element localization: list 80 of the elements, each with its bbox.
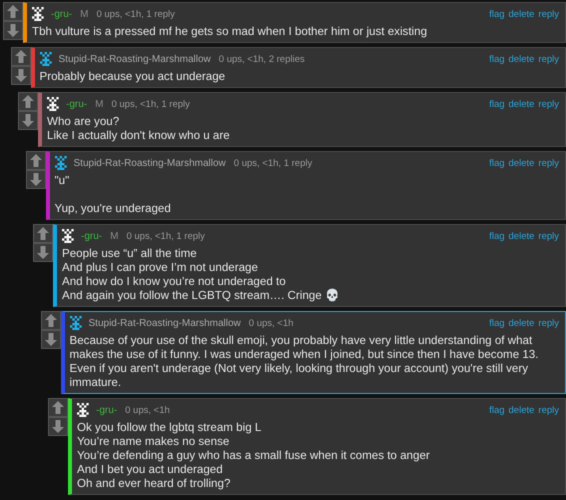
downvote-button[interactable] bbox=[40, 330, 60, 349]
comment-text: Ok you follow the lgbtq stream big L You’re name makes no sense You’re defending a guy who has a small fuse when it comes to anger And I bet you act underaged Oh and ever heard of trolling? bbox=[77, 420, 431, 491]
comment-action-link[interactable]: delete bbox=[508, 158, 534, 168]
comment-text: Who are you? Like I actually don't know who u are bbox=[47, 114, 231, 143]
comment-meta: 0 ups, <1h, 1 reply bbox=[126, 230, 205, 242]
comment-text: People use “u” all the time And plus I can prove I’m not underage And how do I know you’re not underaged to And again you follow the LGBTQ stream…. Cringe 💀 bbox=[62, 246, 340, 303]
up-arrow-icon bbox=[22, 95, 34, 108]
comment-text: Because of your use of the skull emoji, you probably have very little understanding of what makes the use of it funny. I was underaged when I joined, but since then I have become 13. Even if you aren't underage (Not very likely, looking through your account) you're still very immature. bbox=[70, 333, 540, 390]
comment-action-link[interactable]: flag bbox=[489, 158, 505, 168]
comment-action-link[interactable]: reply bbox=[538, 54, 559, 64]
comment-action-link[interactable]: delete bbox=[508, 98, 534, 110]
up-arrow-icon bbox=[37, 227, 49, 240]
username[interactable]: -gru- bbox=[51, 8, 72, 20]
comment-action-link[interactable]: reply bbox=[538, 8, 559, 20]
avatar-icon bbox=[32, 7, 46, 21]
comment-action-link[interactable]: flag bbox=[489, 98, 505, 110]
comment-action-link[interactable]: delete bbox=[508, 230, 534, 242]
avatar-icon bbox=[70, 316, 84, 330]
upvote-button[interactable] bbox=[48, 398, 68, 417]
comment-meta: 0 ups, <1h, 2 replies bbox=[218, 54, 305, 64]
up-arrow-icon bbox=[52, 401, 64, 414]
up-arrow-icon bbox=[30, 154, 42, 167]
avatar-icon bbox=[77, 403, 91, 417]
comment-action-link[interactable]: delete bbox=[508, 8, 534, 20]
comment-action-link[interactable]: reply bbox=[538, 404, 559, 416]
comment-action-link[interactable]: reply bbox=[538, 158, 559, 168]
comment-action-link[interactable]: flag bbox=[489, 230, 505, 242]
avatar-icon bbox=[54, 156, 68, 170]
down-arrow-icon bbox=[14, 69, 26, 82]
upvote-button[interactable] bbox=[33, 224, 53, 243]
username[interactable]: Stupid-Rat-Roasting-Marshmallow bbox=[74, 158, 226, 168]
comment-meta: 0 ups, <1h, 1 reply bbox=[234, 158, 312, 168]
username[interactable]: -gru- bbox=[81, 230, 102, 242]
up-arrow-icon bbox=[14, 50, 26, 63]
user-role-label: M bbox=[95, 98, 104, 110]
comment-meta: 0 ups, <1h bbox=[125, 404, 170, 416]
comment-action-link[interactable]: reply bbox=[538, 230, 559, 242]
username[interactable]: -gru- bbox=[96, 404, 118, 416]
comment-action-link[interactable]: flag bbox=[489, 404, 505, 416]
avatar-icon bbox=[47, 97, 61, 111]
up-arrow-icon bbox=[44, 314, 56, 327]
comment-action-link[interactable]: reply bbox=[538, 98, 559, 110]
comment-action-link[interactable]: delete bbox=[508, 54, 534, 64]
down-arrow-icon bbox=[30, 173, 42, 186]
down-arrow-icon bbox=[22, 114, 34, 127]
comment-text: Tbh vulture is a pressed mf he gets so mad when I bother him or just existing bbox=[32, 24, 428, 39]
comment-meta: 0 ups, <1h, 1 reply bbox=[96, 8, 175, 20]
comment-meta: 0 ups, <1h bbox=[248, 318, 294, 328]
user-role-label: M bbox=[110, 230, 118, 242]
username[interactable]: -gru- bbox=[66, 98, 88, 110]
comment-action-link[interactable]: delete bbox=[508, 404, 534, 416]
down-arrow-icon bbox=[37, 246, 49, 259]
upvote-button[interactable] bbox=[3, 2, 23, 21]
avatar-icon bbox=[40, 52, 54, 66]
comment-action-link[interactable]: flag bbox=[489, 8, 505, 20]
comment-text: "u" Yup, you're underaged bbox=[54, 173, 172, 216]
downvote-button[interactable] bbox=[10, 66, 30, 85]
downvote-button[interactable] bbox=[3, 21, 23, 40]
comment-action-link[interactable]: flag bbox=[489, 54, 505, 64]
comment-action-link[interactable]: delete bbox=[508, 318, 534, 328]
avatar-icon bbox=[62, 229, 76, 243]
downvote-button[interactable] bbox=[48, 417, 68, 436]
upvote-button[interactable] bbox=[40, 311, 60, 330]
upvote-button[interactable] bbox=[10, 47, 30, 66]
comment-meta: 0 ups, <1h, 1 reply bbox=[111, 98, 190, 110]
down-arrow-icon bbox=[44, 333, 56, 346]
comment-action-link[interactable]: reply bbox=[538, 318, 559, 328]
up-arrow-icon bbox=[7, 5, 19, 18]
comment-text: Probably because you act underage bbox=[40, 69, 226, 84]
downvote-button[interactable] bbox=[18, 111, 38, 130]
down-arrow-icon bbox=[7, 24, 19, 37]
user-role-label: M bbox=[80, 8, 88, 20]
down-arrow-icon bbox=[52, 420, 64, 433]
upvote-button[interactable] bbox=[26, 151, 46, 170]
upvote-button[interactable] bbox=[18, 92, 38, 111]
username[interactable]: Stupid-Rat-Roasting-Marshmallow bbox=[58, 54, 211, 64]
comment-action-link[interactable]: flag bbox=[489, 318, 505, 328]
downvote-button[interactable] bbox=[33, 243, 53, 262]
username[interactable]: Stupid-Rat-Roasting-Marshmallow bbox=[88, 318, 241, 328]
downvote-button[interactable] bbox=[26, 170, 46, 189]
